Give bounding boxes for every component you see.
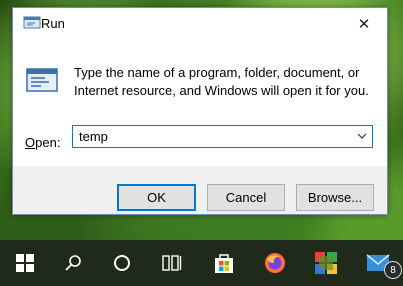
open-label-text: pen:: [35, 135, 61, 150]
taskbar: [0, 240, 403, 286]
browse-button[interactable]: Browse...: [296, 184, 374, 211]
ok-button[interactable]: OK: [117, 184, 196, 211]
dialog-content: Type the name of a program, folder, docu…: [13, 39, 387, 166]
run-app-icon: [23, 16, 41, 29]
run-icon: [26, 68, 58, 92]
microsoft-store-button[interactable]: [199, 240, 249, 286]
windows-start-icon: [16, 254, 34, 272]
office-apps-icon: [315, 252, 337, 274]
search-icon: [65, 255, 81, 271]
chevron-down-icon[interactable]: [356, 130, 368, 142]
cancel-button[interactable]: Cancel: [207, 184, 285, 211]
mail-unread-badge: 8: [384, 261, 402, 279]
close-icon: ✕: [357, 15, 371, 33]
close-button[interactable]: ✕: [341, 8, 387, 39]
open-label-accelerator: O: [25, 135, 36, 150]
task-view-icon: [162, 255, 182, 271]
microsoft-store-icon: [215, 254, 233, 273]
open-input[interactable]: temp: [79, 129, 108, 144]
firefox-button[interactable]: [250, 240, 300, 286]
cortana-button[interactable]: [97, 240, 147, 286]
dialog-description: Type the name of a program, folder, docu…: [74, 65, 369, 98]
start-button[interactable]: [0, 240, 50, 286]
search-button[interactable]: [48, 240, 98, 286]
cortana-icon: [114, 255, 130, 271]
task-view-button[interactable]: [147, 240, 197, 286]
firefox-icon: [265, 253, 285, 273]
window-title: Run: [41, 16, 65, 31]
run-dialog: Run ✕ Type the name of a program, folder…: [12, 7, 388, 215]
office-apps-button[interactable]: [301, 240, 351, 286]
open-combobox[interactable]: temp: [72, 125, 373, 148]
title-bar[interactable]: Run ✕: [13, 8, 387, 39]
open-label: Open:: [25, 135, 60, 150]
